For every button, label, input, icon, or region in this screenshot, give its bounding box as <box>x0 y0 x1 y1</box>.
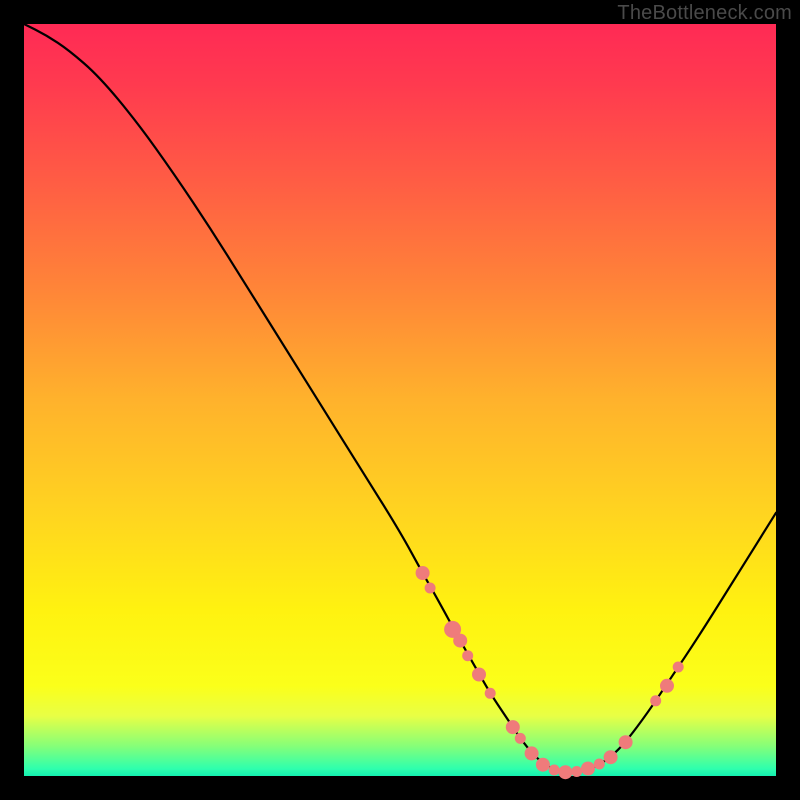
curve-marker <box>472 668 486 682</box>
curve-marker <box>660 679 674 693</box>
marker-group <box>416 566 684 779</box>
curve-marker <box>425 583 436 594</box>
curve-marker <box>485 688 496 699</box>
chart-svg <box>24 24 776 776</box>
watermark-text: TheBottleneck.com <box>617 2 792 25</box>
curve-marker <box>525 746 539 760</box>
curve-marker <box>604 750 618 764</box>
curve-marker <box>536 758 550 772</box>
curve-marker <box>453 634 467 648</box>
curve-marker <box>416 566 430 580</box>
curve-marker <box>581 762 595 776</box>
curve-marker <box>650 695 661 706</box>
curve-marker <box>619 735 633 749</box>
curve-marker <box>594 759 605 770</box>
curve-marker <box>571 766 582 777</box>
curve-marker <box>462 650 473 661</box>
curve-marker <box>558 765 572 779</box>
bottleneck-curve <box>24 24 776 772</box>
curve-marker <box>506 720 520 734</box>
chart-frame <box>24 24 776 776</box>
curve-marker <box>549 765 560 776</box>
curve-marker <box>515 733 526 744</box>
curve-marker <box>673 662 684 673</box>
